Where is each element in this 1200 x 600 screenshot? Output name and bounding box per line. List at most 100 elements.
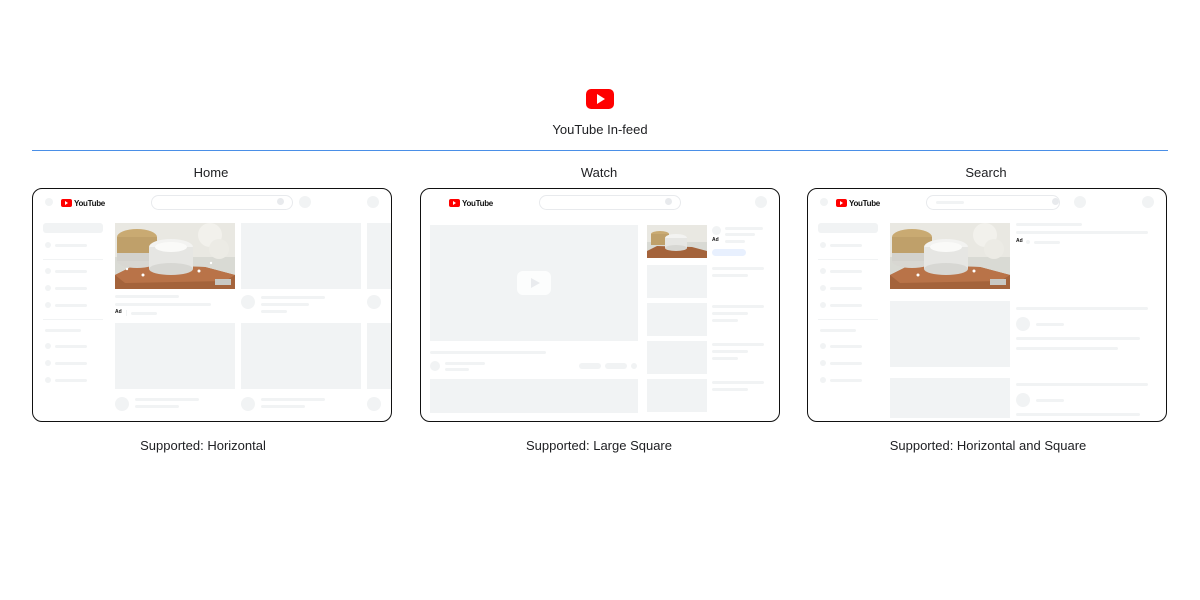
product-photo [115,223,235,289]
panel-title-search: Search [965,165,1007,180]
video-title-line [261,398,325,401]
search-query-line [936,201,964,204]
menu-icon [45,198,53,206]
video-player [430,225,638,341]
youtube-logo: YouTube [61,198,105,208]
related-meta-line [712,388,748,391]
search-icon [665,198,672,205]
video-meta-line [135,405,179,408]
caption-search: Supported: Horizontal and Square [889,438,1087,453]
sidebar-item [830,362,862,365]
video-meta-line [261,303,309,306]
ad-separator [126,310,127,316]
sidebar-icon [820,242,826,248]
sidebar-item [55,244,87,247]
description-box [430,379,638,413]
video-title-line [430,351,546,354]
sidebar-icon [45,343,51,349]
ad-advertiser [725,240,745,243]
sidebar-item [830,379,862,382]
product-photo [647,225,707,258]
video-thumbnail [241,223,361,289]
menu-icon [820,198,828,206]
sidebar-item [45,329,81,332]
ad-advertiser [1034,241,1060,244]
related-thumbnail [647,341,707,374]
search-icon [277,198,284,205]
page-title: YouTube In-feed [552,122,648,137]
ad-title-line [1016,231,1148,234]
avatar [1142,196,1154,208]
sidebar-icon [820,377,826,383]
youtube-logo-icon [61,199,72,207]
sidebar-item [830,270,862,273]
channel-avatar [367,295,381,309]
channel-avatar [367,397,381,411]
video-title-line [261,296,325,299]
channel-name-line [445,362,485,365]
advertiser-avatar [712,226,721,235]
sidebar-item [830,287,862,290]
related-thumbnail [647,379,707,412]
sidebar-icon [45,285,51,291]
sidebar-item-active [43,223,103,233]
sidebar-icon [820,360,826,366]
sidebar-item [55,362,87,365]
sidebar-icon [820,268,826,274]
youtube-logo: YouTube [449,198,493,208]
video-title-line [1016,383,1148,386]
ad-title-line [725,227,763,230]
avatar [367,196,379,208]
divider [32,150,1168,151]
channel-avatar [1016,317,1030,331]
mic-icon [1074,196,1086,208]
sidebar-item [55,270,87,273]
ad-title-line [1016,223,1082,226]
video-thumbnail [367,223,391,289]
related-title-line [712,305,764,308]
youtube-logo-text: YouTube [462,198,493,208]
caption-home: Supported: Horizontal [140,438,266,453]
related-title-line [712,267,764,270]
ad-title-line [115,303,211,306]
sidebar-icon [820,343,826,349]
sidebar-divider [43,259,103,260]
sidebar-item [55,287,87,290]
video-desc-line [1016,413,1140,416]
related-meta-line [712,350,748,353]
sidebar-icon [45,242,51,248]
ad-thumbnail [647,225,707,258]
search-bar [539,195,681,210]
sidebar-item [830,304,862,307]
sidebar-icon [45,302,51,308]
ad-title-line [725,233,755,236]
channel-name-line [1036,323,1064,326]
product-photo [890,223,1010,289]
action-pill [579,363,601,369]
panel-title-watch: Watch [580,165,618,180]
youtube-logo-icon [836,199,847,207]
youtube-logo: YouTube [836,198,880,208]
search-mockup: YouTube Ad [807,188,1167,422]
ad-thumbnail [115,223,235,289]
home-mockup: YouTube Ad [32,188,392,422]
search-bar [151,195,293,210]
video-thumbnail [890,378,1010,418]
related-title-line [712,381,764,384]
related-meta-line [712,274,748,277]
more-icon [631,363,637,369]
related-meta-line [712,319,738,322]
sidebar-item [830,244,862,247]
sidebar-divider [818,319,878,320]
video-thumbnail [241,323,361,389]
video-thumbnail [367,323,391,389]
ad-title-line [115,295,179,298]
related-meta-line [712,312,748,315]
video-desc-line [1016,337,1140,340]
sidebar-item [820,329,856,332]
video-thumbnail [890,301,1010,367]
sidebar-item [55,379,87,382]
play-icon [517,271,551,295]
channel-meta-line [445,368,469,371]
related-title-line [712,343,764,346]
